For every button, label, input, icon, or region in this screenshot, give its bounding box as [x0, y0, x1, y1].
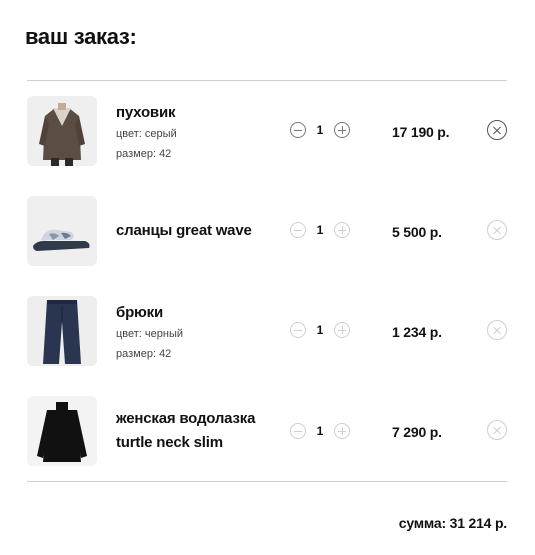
plus-circle-icon[interactable]: [334, 222, 350, 238]
plus-circle-icon[interactable]: [334, 322, 350, 338]
close-circle-icon[interactable]: [487, 220, 507, 240]
cart-item: женская водолазка turtle neck slim 1 7 2…: [0, 396, 535, 468]
quantity-value: 1: [316, 424, 324, 438]
item-color: цвет: черный: [116, 328, 184, 340]
cart-item: брюки цвет: черный размер: 42 1 1 234 р.: [0, 296, 535, 368]
item-name-line2: turtle neck slim: [116, 434, 223, 451]
plus-circle-icon[interactable]: [334, 122, 350, 138]
quantity-value: 1: [316, 123, 324, 137]
quantity-stepper: 1: [290, 122, 352, 140]
top-divider: [27, 80, 507, 81]
page-title: ваш заказ:: [25, 24, 137, 49]
item-size: размер: 42: [116, 148, 172, 160]
order-total: сумма: 31 214 р.: [398, 515, 507, 531]
quantity-stepper: 1: [290, 322, 352, 340]
quantity-value: 1: [316, 323, 324, 337]
product-image-trousers[interactable]: [27, 296, 97, 366]
minus-circle-icon[interactable]: [290, 423, 306, 439]
quantity-value: 1: [316, 223, 324, 237]
bottom-divider: [27, 481, 507, 482]
product-image-slides[interactable]: [27, 196, 97, 266]
close-circle-icon[interactable]: [487, 120, 507, 140]
close-circle-icon[interactable]: [487, 320, 507, 340]
item-name: пуховик: [116, 104, 176, 121]
close-circle-icon[interactable]: [487, 420, 507, 440]
quantity-stepper: 1: [290, 423, 352, 441]
minus-circle-icon[interactable]: [290, 322, 306, 338]
item-price: 5 500 р.: [392, 224, 442, 240]
cart-item: пуховик цвет: серый размер: 42 1 17 190 …: [0, 96, 535, 168]
quantity-stepper: 1: [290, 222, 352, 240]
item-name-line1: женская водолазка: [116, 410, 256, 427]
minus-circle-icon[interactable]: [290, 122, 306, 138]
minus-circle-icon[interactable]: [290, 222, 306, 238]
cart-item: сланцы great wave 1 5 500 р.: [0, 196, 535, 268]
item-name: брюки: [116, 304, 163, 321]
item-price: 17 190 р.: [392, 124, 450, 140]
plus-circle-icon[interactable]: [334, 423, 350, 439]
item-price: 7 290 р.: [392, 424, 442, 440]
product-image-turtleneck[interactable]: [27, 396, 97, 466]
item-price: 1 234 р.: [392, 324, 442, 340]
product-image-jacket[interactable]: [27, 96, 97, 166]
item-color: цвет: серый: [116, 128, 177, 140]
item-name: сланцы great wave: [116, 222, 252, 239]
item-size: размер: 42: [116, 348, 172, 360]
